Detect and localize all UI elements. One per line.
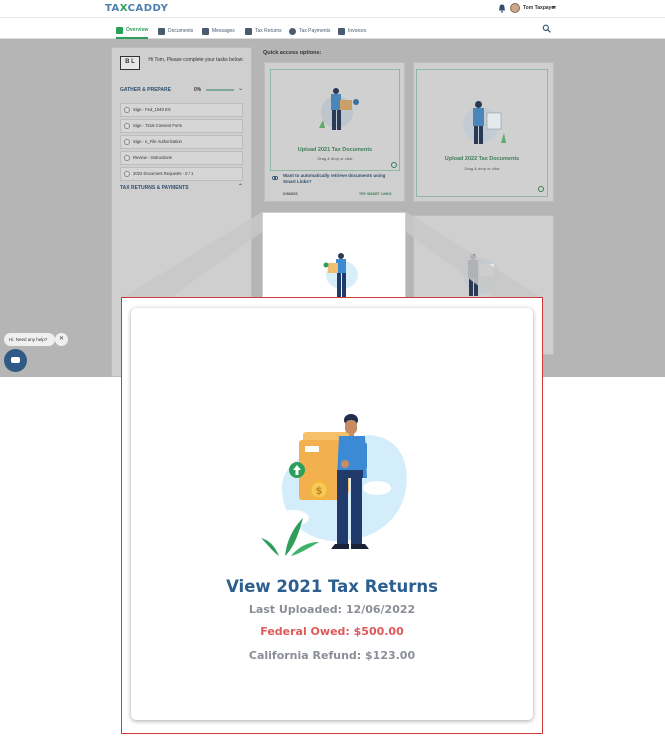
- view-2021-returns-card-thumbnail[interactable]: [262, 212, 406, 298]
- task-item[interactable]: Review - Instructions: [120, 151, 243, 165]
- logo-text-x: X: [119, 3, 128, 14]
- top-header: TAXCADDY Tom Taxpayer ▾: [0, 0, 665, 18]
- tab-overview[interactable]: Overview: [116, 23, 149, 39]
- help-bubble[interactable]: Hi. Need any help?: [4, 333, 55, 346]
- history-icon[interactable]: [391, 162, 397, 168]
- task-label: Sign - Fed_1040 ES: [133, 107, 171, 112]
- taxcaddy-logo[interactable]: TAXCADDY: [105, 3, 168, 14]
- message-icon: [202, 27, 209, 35]
- task-label: Sign - 7216 Consent Form: [133, 123, 183, 128]
- task-status-circle-icon: [124, 171, 130, 177]
- link-icon: [272, 176, 278, 180]
- search-icon[interactable]: [542, 24, 551, 33]
- try-smart-links-button[interactable]: TRY SMART LINKS: [359, 192, 392, 196]
- company-logo: B L: [120, 56, 140, 70]
- chevron-down-icon[interactable]: ⌄: [238, 85, 243, 92]
- last-uploaded-text: Last Uploaded: 12/06/2022: [248, 603, 416, 616]
- chevron-down-icon[interactable]: ▾: [552, 4, 555, 11]
- tab-tax-returns[interactable]: Tax Returns: [245, 23, 282, 39]
- logo-text-right: CADDY: [127, 3, 169, 14]
- main-nav: Overview Documents Messages Tax Returns …: [0, 18, 665, 39]
- tab-label: Overview: [126, 27, 149, 33]
- upload-2021-subtitle: Drag & drop or click: [317, 156, 353, 161]
- task-status-circle-icon: [124, 107, 130, 113]
- gather-progress-bar: [206, 89, 234, 91]
- tab-tax-payments[interactable]: Tax Payments: [289, 23, 330, 39]
- upload-2022-subtitle: Drag & drop or click: [464, 166, 500, 171]
- upload-illustration-icon: [463, 101, 506, 144]
- task-item[interactable]: 2022 Document Requests - 0 / 1: [120, 167, 243, 181]
- smart-links-question: Want to automatically retrieve documents…: [283, 173, 386, 184]
- logo-text-left: TA: [105, 3, 120, 14]
- upload-2021-card[interactable]: Upload 2021 Tax Documents Drag & drop or…: [264, 62, 405, 202]
- upload-illustration-icon: [319, 88, 359, 130]
- tax-returns-payments-heading[interactable]: TAX RETURNS & PAYMENTS: [120, 185, 189, 191]
- zoom-callout: $ View 2021 Tax Returns Last Uploaded: 1…: [121, 297, 543, 734]
- upload-2022-card[interactable]: Upload 2022 Tax Documents Drag & drop or…: [413, 62, 554, 202]
- documents-icon: [158, 27, 165, 35]
- tab-label: Tax Returns: [255, 28, 282, 34]
- tab-label: Invoices: [348, 28, 367, 34]
- task-item[interactable]: Sign - Fed_1040 ES: [120, 103, 243, 117]
- chevron-up-icon[interactable]: ⌃: [238, 183, 243, 190]
- task-item[interactable]: Sign - 7216 Consent Form: [120, 119, 243, 133]
- tab-label: Messages: [212, 28, 235, 34]
- view-2021-returns-card[interactable]: $ View 2021 Tax Returns Last Uploaded: 1…: [131, 308, 533, 720]
- greeting-text: Hi Tom, Please complete your tasks below…: [148, 57, 244, 63]
- tax-returns-icon: [245, 27, 252, 35]
- return-illustration-icon: [464, 254, 500, 296]
- tab-documents[interactable]: Documents: [158, 23, 193, 39]
- tab-invoices[interactable]: Invoices: [338, 23, 366, 39]
- gather-progress-percent: 0%: [194, 87, 202, 93]
- upload-2022-title: Upload 2022 Tax Documents: [444, 156, 520, 162]
- task-label: 2022 Document Requests - 0 / 1: [133, 171, 194, 176]
- dollar-icon: [289, 27, 296, 35]
- tab-label: Documents: [168, 28, 194, 34]
- app-screen: TAXCADDY Tom Taxpayer ▾ Overview Documen…: [0, 0, 665, 740]
- task-item[interactable]: Sign - e_File Authorization: [120, 135, 243, 149]
- history-icon[interactable]: [538, 186, 544, 192]
- gather-prepare-heading[interactable]: GATHER & PREPARE: [120, 87, 171, 93]
- tab-messages[interactable]: Messages: [202, 23, 235, 39]
- tax-return-illustration-icon: $: [261, 414, 407, 556]
- california-refund-text: California Refund: $123.00: [248, 649, 416, 662]
- upload-2022-dropzone[interactable]: Upload 2022 Tax Documents Drag & drop or…: [416, 69, 548, 197]
- card-title[interactable]: View 2021 Tax Returns: [131, 577, 533, 596]
- task-label: Sign - e_File Authorization: [133, 139, 182, 144]
- federal-owed-text: Federal Owed: $500.00: [260, 625, 404, 638]
- avatar[interactable]: [510, 3, 520, 13]
- invoice-icon: [338, 27, 345, 35]
- close-icon[interactable]: ✕: [55, 333, 68, 346]
- upload-2021-title: Upload 2021 Tax Documents: [297, 147, 373, 153]
- bell-icon[interactable]: [498, 4, 506, 13]
- task-status-circle-icon: [124, 123, 130, 129]
- upload-2021-dropzone[interactable]: Upload 2021 Tax Documents Drag & drop or…: [270, 69, 400, 171]
- svg-text:$: $: [316, 486, 323, 497]
- return-illustration-icon: [323, 253, 358, 297]
- task-status-circle-icon: [124, 155, 130, 161]
- dismiss-button[interactable]: DISMISS: [283, 192, 298, 196]
- task-status-circle-icon: [124, 139, 130, 145]
- home-icon: [116, 26, 123, 34]
- quick-access-heading: Quick access options:: [263, 50, 322, 56]
- tab-label: Tax Payments: [299, 28, 331, 34]
- task-label: Review - Instructions: [133, 155, 172, 160]
- chat-button[interactable]: [4, 349, 27, 372]
